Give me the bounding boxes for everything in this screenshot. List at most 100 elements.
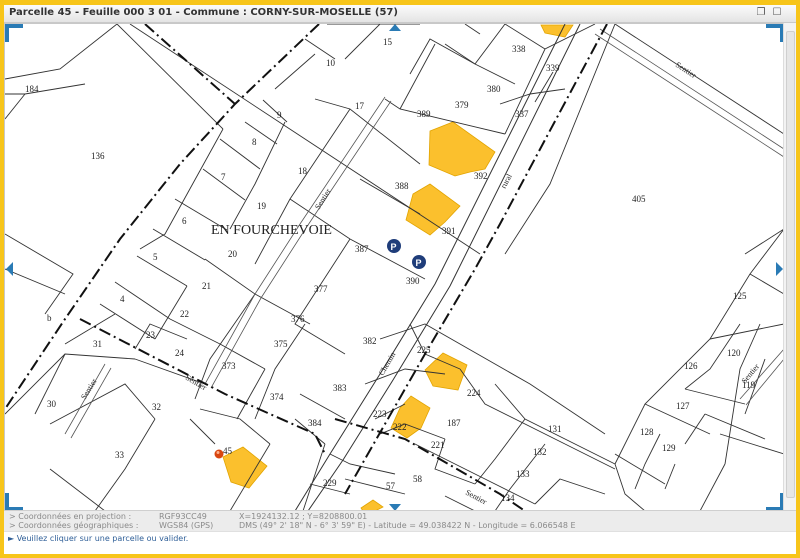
parcel-number[interactable]: 22 — [180, 309, 189, 319]
pan-right-icon[interactable] — [776, 262, 783, 276]
parcel-number[interactable]: 4 — [120, 294, 125, 304]
parcel-number[interactable]: 224 — [467, 388, 481, 398]
parcel-number[interactable]: 380 — [487, 84, 501, 94]
street-labels: Sentier Sentier Sentier Sentier Sentier … — [79, 60, 761, 506]
parcel-number[interactable]: 31 — [93, 339, 102, 349]
parcel-number[interactable]: 388 — [395, 181, 409, 191]
parking-icon[interactable]: P — [387, 239, 401, 253]
parcel-number[interactable]: 15 — [383, 37, 393, 47]
parcel-number[interactable]: 129 — [662, 443, 676, 453]
parcel-number[interactable]: 23 — [146, 330, 156, 340]
parcel-number[interactable]: 8 — [252, 137, 257, 147]
parcel-boundaries — [5, 24, 784, 511]
parcel-number[interactable]: 9 — [277, 110, 282, 120]
street-label: Sentier — [79, 377, 99, 401]
parcel-number[interactable]: 45 — [223, 446, 233, 456]
building[interactable] — [428, 121, 496, 177]
parcel-number[interactable]: 229 — [323, 478, 337, 488]
svg-text:P: P — [391, 242, 397, 252]
parcel-number[interactable]: 132 — [533, 447, 547, 457]
geographic-system: WGS84 (GPS) — [159, 521, 214, 530]
locality-name: EN FOURCHEVOIE — [211, 223, 332, 238]
parcel-number[interactable]: 57 — [386, 481, 396, 491]
parcel-number[interactable]: 58 — [413, 474, 423, 484]
cadastral-map[interactable]: 15 10 17 9 8 18 7 19 6 20 5 21 4 22 23 2… — [4, 23, 785, 512]
sentier-tracks — [64, 28, 784, 439]
pan-up-icon[interactable] — [389, 24, 401, 31]
parcel-number[interactable]: 377 — [314, 284, 328, 294]
parcel-number[interactable]: 339 — [546, 63, 560, 73]
parcel-number[interactable]: 375 — [274, 339, 288, 349]
parcel-number[interactable]: 391 — [442, 226, 456, 236]
parcel-number[interactable]: b — [47, 313, 52, 323]
parcel-number[interactable]: 18 — [298, 166, 308, 176]
parcel-number[interactable]: 126 — [684, 361, 698, 371]
parcel-number[interactable]: 187 — [447, 418, 461, 428]
geographic-label: > Coordonnées géographiques : — [9, 521, 139, 530]
parcel-number[interactable]: 387 — [355, 244, 369, 254]
parcel-number[interactable]: 30 — [47, 399, 57, 409]
parcel-number[interactable]: 120 — [727, 348, 741, 358]
parcel-number[interactable]: 337 — [515, 109, 529, 119]
parcel-number[interactable]: 133 — [516, 469, 530, 479]
restore-icon[interactable]: ❐ — [756, 8, 766, 18]
chemin-rural — [294, 24, 581, 511]
parcel-number[interactable]: 379 — [455, 100, 469, 110]
parcel-number[interactable]: 221 — [431, 440, 445, 450]
parcel-number[interactable]: 134 — [501, 493, 515, 503]
parcel-number[interactable]: 374 — [270, 392, 284, 402]
parcel-number[interactable]: 338 — [512, 44, 526, 54]
building[interactable] — [540, 24, 574, 38]
parcel-number[interactable]: 125 — [733, 291, 747, 301]
parcel-number[interactable]: 6 — [182, 216, 187, 226]
parcel-number[interactable]: 383 — [333, 383, 347, 393]
projection-coordinates: X=1924132.12 ; Y=8208800.01 — [239, 512, 368, 521]
map-canvas[interactable]: 15 10 17 9 8 18 7 19 6 20 5 21 4 22 23 2… — [5, 24, 784, 511]
status-bar: ► Veuillez cliquer sur une parcelle ou v… — [4, 531, 796, 545]
scrollbar-thumb[interactable] — [786, 31, 795, 498]
parcel-number[interactable]: 10 — [326, 58, 336, 68]
parcel-number[interactable]: 5 — [153, 252, 158, 262]
parcel-number[interactable]: 17 — [355, 101, 365, 111]
parcel-number[interactable]: 389 — [417, 109, 431, 119]
projection-system: RGF93CC49 — [159, 512, 207, 521]
geographic-coordinates: DMS (49° 2' 18" N - 6° 3' 59" E) - Latit… — [239, 521, 576, 530]
building[interactable] — [424, 352, 468, 391]
street-label: Sentier — [313, 187, 333, 211]
pan-left-icon[interactable] — [6, 262, 13, 276]
parcel-number[interactable]: 131 — [548, 424, 562, 434]
parcel-number[interactable]: 373 — [222, 361, 236, 371]
parcel-number[interactable]: 7 — [221, 172, 226, 182]
parcel-number[interactable]: 390 — [406, 276, 420, 286]
parcel-number[interactable]: 392 — [474, 171, 488, 181]
title-bar: Parcelle 45 - Feuille 000 3 01 - Commune… — [4, 5, 796, 23]
parcel-number[interactable]: 405 — [632, 194, 646, 204]
street-label: Sentier — [184, 373, 208, 392]
parcel-number[interactable]: 32 — [152, 402, 161, 412]
parcel-number[interactable]: 376 — [291, 314, 305, 324]
location-marker-icon[interactable] — [214, 449, 224, 459]
projection-label: > Coordonnées en projection : — [9, 512, 132, 521]
parcel-number[interactable]: 222 — [393, 422, 407, 432]
parcel-number[interactable]: 128 — [640, 427, 654, 437]
parcel-number[interactable]: 127 — [676, 401, 690, 411]
parcel-number[interactable]: 184 — [25, 84, 39, 94]
section-boundaries — [5, 24, 608, 511]
parcel-number[interactable]: 21 — [202, 281, 211, 291]
parcel-number[interactable]: 225 — [417, 345, 431, 355]
parcel-number[interactable]: 382 — [363, 336, 377, 346]
close-icon[interactable]: ☐ — [772, 8, 782, 18]
parcel-number[interactable]: 136 — [91, 151, 105, 161]
parking-icon[interactable]: P — [412, 255, 426, 269]
parcel-number[interactable]: 223 — [373, 409, 387, 419]
window-title: Parcelle 45 - Feuille 000 3 01 - Commune… — [9, 7, 398, 18]
coordinates-panel: > Coordonnées en projection : RGF93CC49 … — [4, 510, 796, 531]
parcel-number[interactable]: 19 — [257, 201, 267, 211]
parcel-number[interactable]: 384 — [308, 418, 322, 428]
vertical-scrollbar[interactable] — [783, 23, 796, 510]
parcel-number[interactable]: 20 — [228, 249, 238, 259]
street-label: Sentier — [464, 488, 489, 507]
parcel-numbers: 15 10 17 9 8 18 7 19 6 20 5 21 4 22 23 2… — [25, 37, 756, 503]
parcel-number[interactable]: 24 — [175, 348, 185, 358]
parcel-number[interactable]: 33 — [115, 450, 125, 460]
